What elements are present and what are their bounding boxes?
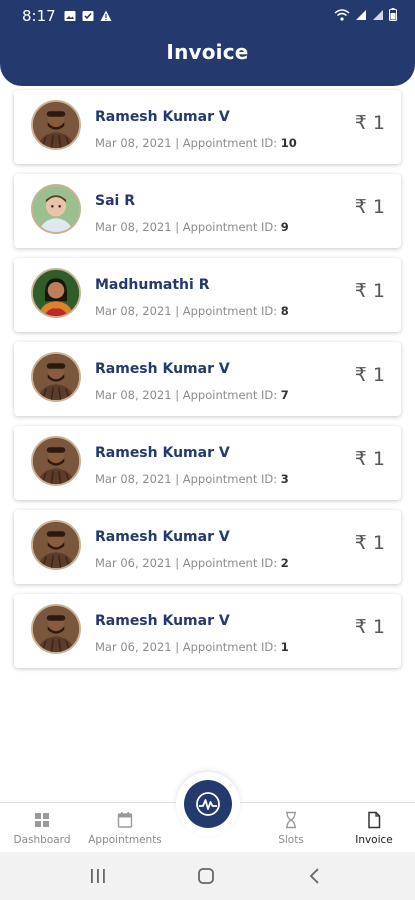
man-avatar [31,352,81,402]
image-icon [64,11,76,21]
invoice-card[interactable]: Ramesh Kumar V Mar 08, 2021 | Appointmen… [14,90,401,164]
patient-name: Ramesh Kumar V [95,445,230,461]
appointment-date: Mar 08, 2021 [95,136,172,150]
invoice-amount: ₹ 1 [354,532,385,554]
nav-invoice[interactable]: Invoice [346,803,402,853]
home-icon[interactable] [196,866,216,886]
signal-icon [373,9,383,20]
appointment-date: Mar 08, 2021 [95,220,172,234]
appointment-date: Mar 08, 2021 [95,472,172,486]
appointment-id: 10 [280,136,297,150]
appointment-id: 9 [280,220,289,234]
status-bar: 8:17 [0,0,415,32]
appointment-label: Appointment ID: [182,304,278,318]
logo-icon [196,792,220,816]
patient-name: Madhumathi R [95,277,210,293]
patient-name: Ramesh Kumar V [95,529,230,545]
appointment-date: Mar 08, 2021 [95,388,172,402]
appointment-id: 8 [280,304,289,318]
appointment-meta: Mar 08, 2021 | Appointment ID: 9 [95,220,289,234]
invoice-card[interactable]: Ramesh Kumar V Mar 06, 2021 | Appointmen… [14,510,401,584]
check-icon [82,11,94,21]
invoice-amount: ₹ 1 [354,112,385,134]
back-icon[interactable] [305,866,325,886]
nav-invoice-label: Invoice [355,834,393,846]
appointment-meta: Mar 06, 2021 | Appointment ID: 2 [95,556,289,570]
invoice-card[interactable]: Madhumathi R Mar 08, 2021 | Appointment … [14,258,401,332]
appointment-date: Mar 06, 2021 [95,556,172,570]
invoice-card[interactable]: Sai R Mar 08, 2021 | Appointment ID: 9 ₹… [14,174,401,248]
appointment-id: 7 [280,388,289,402]
appointment-meta: Mar 08, 2021 | Appointment ID: 3 [95,472,289,486]
invoice-amount: ₹ 1 [354,280,385,302]
appointment-meta: Mar 08, 2021 | Appointment ID: 8 [95,304,289,318]
nav-slots-label: Slots [278,834,304,846]
alert-icon [100,10,112,21]
nav-appointments-label: Appointments [88,834,162,846]
app-header: 8:17 Invoice [0,0,415,86]
page-title: Invoice [166,40,249,64]
invoice-card[interactable]: Ramesh Kumar V Mar 08, 2021 | Appointmen… [14,426,401,500]
system-navigation-bar [0,852,415,900]
grid-icon [35,813,49,827]
appointment-label: Appointment ID: [182,472,278,486]
appointment-meta: Mar 06, 2021 | Appointment ID: 1 [95,640,289,654]
invoice-amount: ₹ 1 [354,448,385,470]
patient-name: Ramesh Kumar V [95,361,230,377]
man-avatar [31,520,81,570]
status-time: 8:17 [22,7,56,25]
patient-name: Ramesh Kumar V [95,613,230,629]
man-avatar [31,604,81,654]
wifi-icon [334,8,350,21]
appointment-label: Appointment ID: [182,388,278,402]
center-home-button[interactable] [184,780,232,828]
appointment-date: Mar 06, 2021 [95,640,172,654]
invoice-card[interactable]: Ramesh Kumar V Mar 08, 2021 | Appointmen… [14,342,401,416]
appointment-meta: Mar 08, 2021 | Appointment ID: 10 [95,136,297,150]
recents-icon[interactable] [88,866,108,886]
nav-dashboard[interactable]: Dashboard [10,803,74,853]
man-avatar [31,436,81,486]
appointment-id: 2 [280,556,289,570]
appointment-id: 1 [280,640,289,654]
invoice-amount: ₹ 1 [354,364,385,386]
nav-dashboard-label: Dashboard [13,834,71,846]
signal-icon [356,9,366,20]
appointment-label: Appointment ID: [182,556,278,570]
appointment-label: Appointment ID: [182,640,278,654]
man-avatar [31,100,81,150]
appointment-id: 3 [280,472,289,486]
nav-slots[interactable]: Slots [266,803,316,853]
invoice-amount: ₹ 1 [354,196,385,218]
calendar-icon [117,812,133,828]
invoice-card[interactable]: Ramesh Kumar V Mar 06, 2021 | Appointmen… [14,594,401,668]
woman-avatar [31,268,81,318]
document-icon [368,811,381,829]
appointment-label: Appointment ID: [182,136,278,150]
patient-name: Ramesh Kumar V [95,109,230,125]
appointment-date: Mar 08, 2021 [95,304,172,318]
battery-icon [389,8,397,21]
appointment-meta: Mar 08, 2021 | Appointment ID: 7 [95,388,289,402]
nav-appointments[interactable]: Appointments [86,803,164,853]
appointment-label: Appointment ID: [182,220,278,234]
child-avatar [31,184,81,234]
hourglass-icon [286,811,296,829]
invoice-amount: ₹ 1 [354,616,385,638]
patient-name: Sai R [95,193,135,209]
